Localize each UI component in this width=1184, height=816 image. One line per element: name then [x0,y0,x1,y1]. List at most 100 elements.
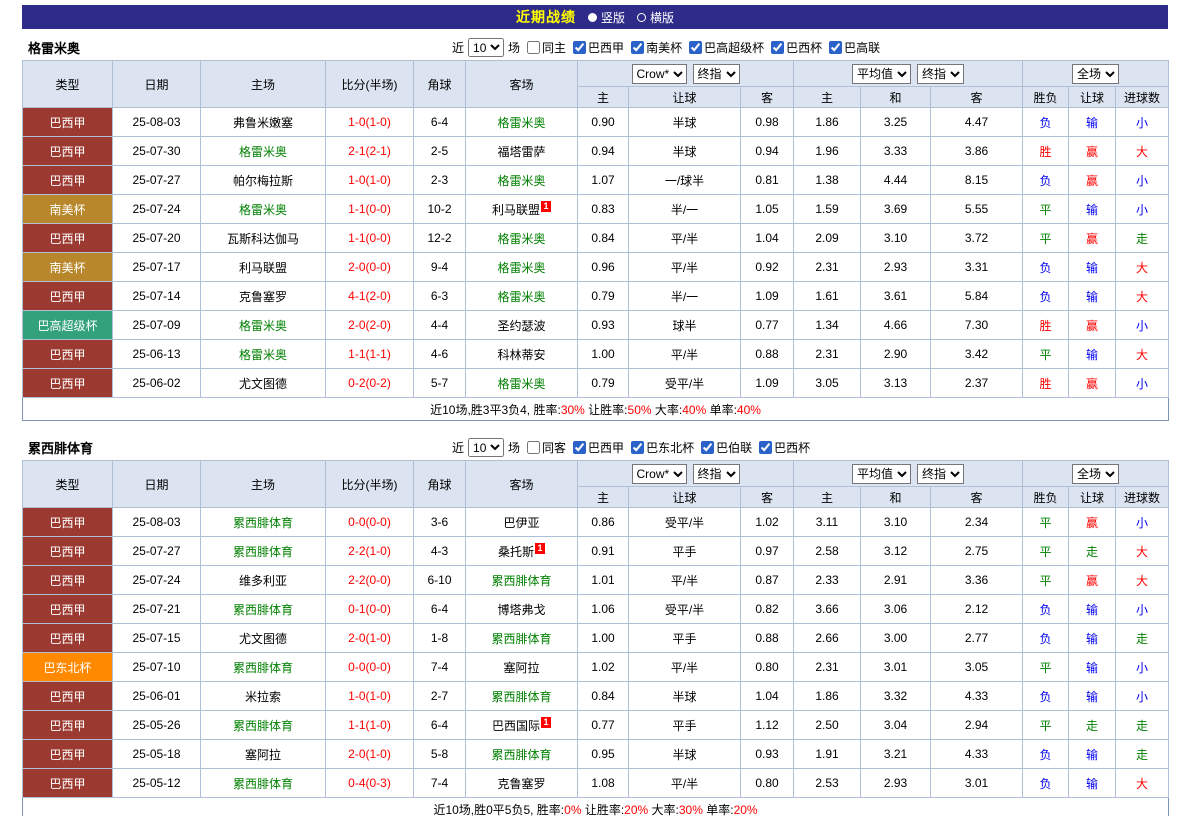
avg-source-select[interactable]: 平均值 [852,64,911,84]
team-name-text: 格雷米奥 [497,232,545,246]
match-score: 2-0(0-0) [326,253,414,282]
team-name-cell: 圣约瑟波 [466,311,578,340]
odds-handicap: 平/半 [629,253,741,282]
team-name-text: 尤文图德 [239,377,287,391]
avg-source-select[interactable]: 平均值 [852,464,911,484]
team-name-cell: 桑托斯1 [466,537,578,566]
scope-dropdown-cell: 全场 [1023,61,1169,87]
result-handicap: 赢 [1069,224,1116,253]
avg-home: 2.09 [794,224,861,253]
league-filter-checkbox[interactable]: 巴高超级杯 [689,39,764,56]
avg-period-select[interactable]: 终指 [917,464,964,484]
scope-select[interactable]: 全场 [1072,64,1119,84]
team-name-cell: 维多利亚 [201,566,326,595]
league-filter-checkbox-input[interactable] [701,441,714,454]
same-venue-checkbox-input[interactable] [527,41,540,54]
league-filter-checkbox-input[interactable] [759,441,772,454]
match-score: 2-2(1-0) [326,537,414,566]
odds-home: 0.83 [578,195,629,224]
team-name-cell: 累西腓体育 [466,566,578,595]
layout-radio-group: 竖版横版 [588,9,674,26]
match-score: 1-1(0-0) [326,224,414,253]
same-venue-checkbox[interactable]: 同主 [527,39,566,56]
avg-away: 3.31 [931,253,1023,282]
match-date: 25-06-02 [113,369,201,398]
odds-handicap: 半球 [629,108,741,137]
odds-handicap: 一/球半 [629,166,741,195]
league-badge: 巴西甲 [23,682,113,711]
odds-away: 1.09 [741,282,794,311]
team-name-text: 塞阿拉 [503,661,539,675]
team-name-text: 格雷米奥 [497,290,545,304]
checkbox-label: 巴伯联 [716,439,752,456]
summary-text: 40% [737,403,761,417]
match-row: 巴西甲25-07-30格雷米奥2-1(2-1)2-5福塔雷萨0.94半球0.94… [23,137,1169,166]
league-filter-checkbox-input[interactable] [631,41,644,54]
league-filter-checkbox[interactable]: 巴高联 [829,39,880,56]
odds-handicap: 平/半 [629,769,741,798]
team-name-text: 克鲁塞罗 [497,777,545,791]
result-outcome: 负 [1023,282,1069,311]
team-section-gremio: 格雷米奥 近10场同主巴西甲南美杯巴高超级杯巴西杯巴高联 类型 日期 主场 比分… [22,35,1168,421]
team-name-text: 利马联盟 [239,261,287,275]
odds-handicap: 平手 [629,711,741,740]
match-date: 25-07-10 [113,653,201,682]
odds-period-select[interactable]: 终指 [693,64,740,84]
league-filter-checkbox-input[interactable] [573,441,586,454]
layout-radio-vertical[interactable]: 竖版 [588,9,625,26]
team-title: 累西腓体育 [28,438,93,457]
league-filter-checkbox[interactable]: 巴西甲 [573,39,624,56]
result-goals: 小 [1116,653,1169,682]
page-title: 近期战绩 [516,7,576,27]
league-filter-checkbox[interactable]: 巴东北杯 [631,439,694,456]
avg-draw: 4.66 [861,311,931,340]
match-date: 25-07-24 [113,195,201,224]
league-filter-checkbox-input[interactable] [631,441,644,454]
match-row: 巴西甲25-06-01米拉索1-0(1-0)2-7累西腓体育0.84半球1.04… [23,682,1169,711]
result-handicap: 输 [1069,769,1116,798]
odds-company-select[interactable]: Crow* [632,64,687,84]
league-filter-checkbox[interactable]: 巴西甲 [573,439,624,456]
team-name-text: 累西腓体育 [233,777,293,791]
avg-period-select[interactable]: 终指 [917,64,964,84]
avg-draw: 3.33 [861,137,931,166]
checkbox-label: 巴西杯 [774,439,810,456]
league-filter-checkbox[interactable]: 巴伯联 [701,439,752,456]
recent-count-select[interactable]: 10 [468,438,504,457]
team-name-text: 累西腓体育 [233,603,293,617]
layout-radio-horizontal[interactable]: 横版 [637,9,674,26]
league-filter-checkbox-input[interactable] [829,41,842,54]
league-filter-checkbox[interactable]: 南美杯 [631,39,682,56]
odds-home: 1.02 [578,653,629,682]
result-outcome: 负 [1023,253,1069,282]
col-type: 类型 [23,461,113,508]
league-filter-checkbox-input[interactable] [771,41,784,54]
league-filter-checkbox-input[interactable] [573,41,586,54]
scope-select[interactable]: 全场 [1072,464,1119,484]
league-filter-checkbox-input[interactable] [689,41,702,54]
recent-records-page: 近期战绩 竖版横版 格雷米奥 近10场同主巴西甲南美杯巴高超级杯巴西杯巴高联 类… [0,0,1184,816]
match-row: 南美杯25-07-17利马联盟2-0(0-0)9-4格雷米奥0.96平/半0.9… [23,253,1169,282]
summary-text: 20% [734,803,758,816]
team-name-text: 博塔弗戈 [497,603,545,617]
corner-score: 7-4 [414,769,466,798]
league-badge: 巴西甲 [23,566,113,595]
odds-handicap: 半/一 [629,282,741,311]
league-filter-checkbox[interactable]: 巴西杯 [771,39,822,56]
recent-count-select[interactable]: 10 [468,38,504,57]
odds-away: 0.93 [741,740,794,769]
odds-company-select[interactable]: Crow* [632,464,687,484]
odds-away: 0.77 [741,311,794,340]
odds-period-select[interactable]: 终指 [693,464,740,484]
team-name-text: 累西腓体育 [491,748,551,762]
league-filter-checkbox[interactable]: 巴西杯 [759,439,810,456]
team-name-text: 格雷米奥 [239,348,287,362]
team-name-text: 巴西国际 [492,719,540,733]
league-badge: 南美杯 [23,253,113,282]
same-venue-checkbox[interactable]: 同客 [527,439,566,456]
result-outcome: 胜 [1023,137,1069,166]
team-name-cell: 克鲁塞罗 [201,282,326,311]
team-name-cell: 米拉索 [201,682,326,711]
match-row: 南美杯25-07-24格雷米奥1-1(0-0)10-2利马联盟10.83半/一1… [23,195,1169,224]
same-venue-checkbox-input[interactable] [527,441,540,454]
